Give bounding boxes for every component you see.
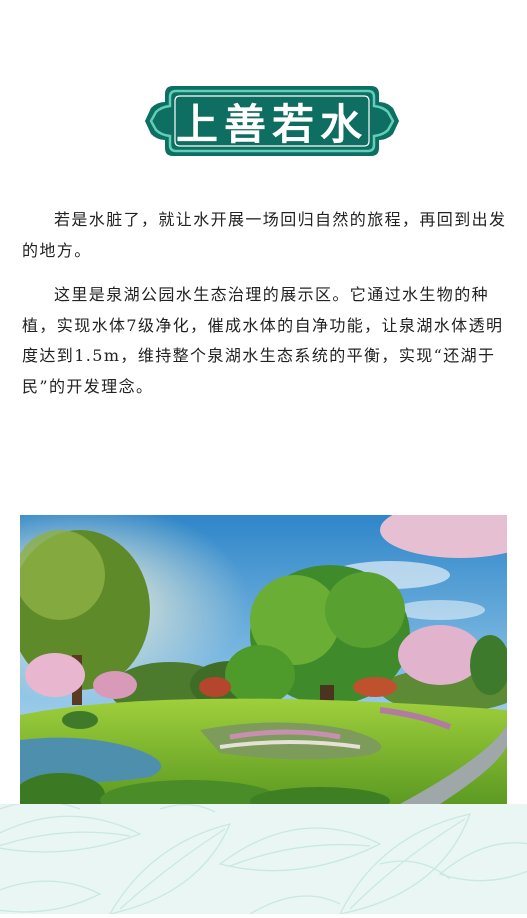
body-text: 若是水脏了，就让水开展一场回归自然的旅程，再回到出发的地方。 这里是泉湖公园水生… [22,205,508,417]
park-landscape-image [20,515,507,804]
paragraph-2: 这里是泉湖公园水生态治理的展示区。它通过水生物的种植，实现水体7级净化，催成水体… [22,285,504,396]
title-banner: 上善若水 [143,82,401,160]
leaf-pattern-background [0,800,527,915]
banner-title: 上善若水 [175,99,368,149]
paragraph-1: 若是水脏了，就让水开展一场回归自然的旅程，再回到出发的地方。 [22,210,507,260]
